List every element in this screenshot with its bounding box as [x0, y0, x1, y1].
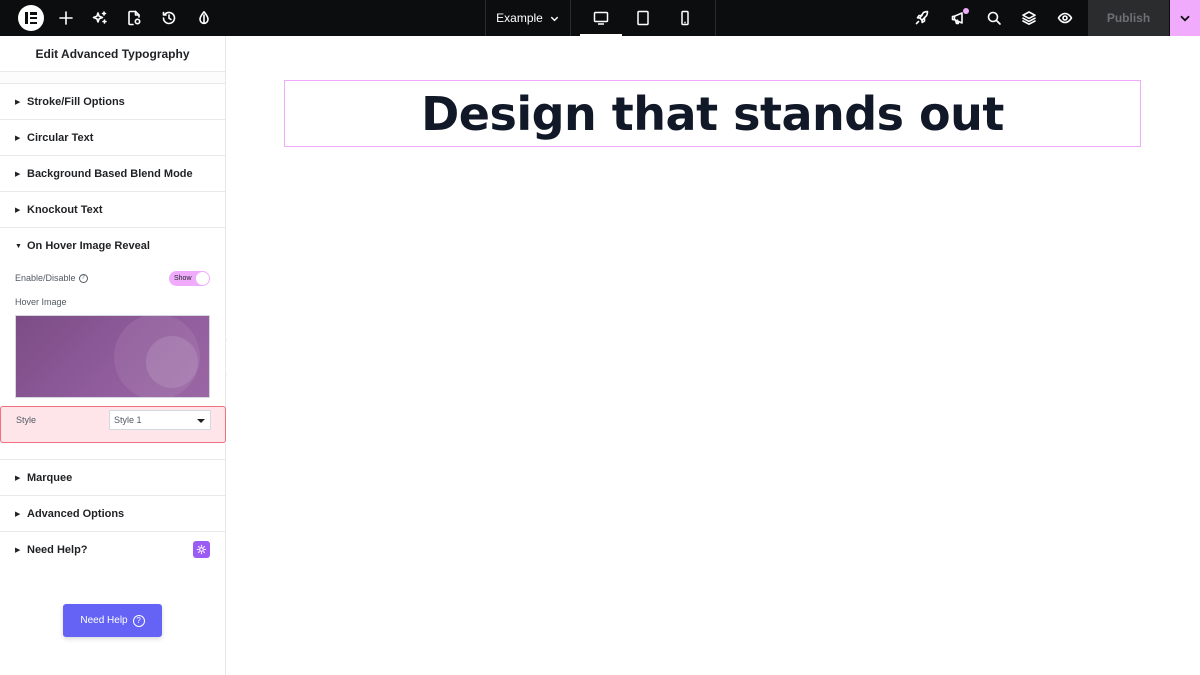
section-background-blend-mode[interactable]: ▶ Background Based Blend Mode	[0, 156, 225, 192]
search-icon[interactable]	[984, 8, 1004, 28]
section-label: Marquee	[27, 471, 73, 484]
need-help-button[interactable]: Need Help ?	[63, 604, 162, 637]
desktop-icon	[593, 11, 609, 25]
heading-text: Design that stands out	[421, 86, 1004, 141]
section-label: Circular Text	[27, 131, 94, 144]
publish-options-button[interactable]	[1170, 0, 1200, 36]
divider	[570, 0, 571, 36]
mobile-view-button[interactable]	[664, 0, 706, 36]
enable-disable-row: Enable/Disable ? Show	[0, 266, 225, 290]
caret-right-icon: ▶	[15, 510, 21, 518]
style-row: Style Style 1	[0, 406, 226, 443]
ai-assistant-icon[interactable]	[193, 541, 210, 558]
elementor-logo-icon[interactable]	[18, 5, 44, 31]
caret-right-icon: ▶	[15, 134, 21, 142]
page-selector[interactable]: Example	[486, 0, 570, 36]
chevron-down-icon	[550, 16, 559, 21]
caret-right-icon: ▶	[15, 206, 21, 214]
caret-down-icon: ▼	[15, 242, 22, 250]
top-bar: Example Publish	[0, 0, 1200, 36]
chevron-down-icon	[1180, 15, 1190, 22]
tablet-view-button[interactable]	[622, 0, 664, 36]
style-label: Style	[16, 415, 37, 425]
rocket-icon[interactable]	[912, 8, 932, 28]
panel-spacer	[0, 72, 225, 84]
page-settings-icon[interactable]	[124, 8, 144, 28]
enable-toggle[interactable]: Show	[169, 271, 210, 286]
hover-image-label: Hover Image	[15, 297, 67, 307]
preview-canvas: Design that stands out	[227, 36, 1200, 675]
section-circular-text[interactable]: ▶ Circular Text	[0, 120, 225, 156]
section-knockout-text[interactable]: ▶ Knockout Text	[0, 192, 225, 228]
eye-icon[interactable]	[1055, 8, 1075, 28]
notification-dot	[963, 8, 969, 14]
tablet-icon	[637, 10, 649, 26]
section-label: Need Help?	[27, 544, 88, 556]
site-settings-icon[interactable]	[194, 8, 214, 28]
heading-widget[interactable]: Design that stands out	[284, 80, 1141, 147]
hover-image-row: Hover Image	[0, 290, 225, 314]
desktop-view-button[interactable]	[580, 0, 622, 36]
help-icon[interactable]: ?	[78, 273, 88, 283]
section-marquee[interactable]: ▶ Marquee	[0, 460, 226, 496]
section-need-help[interactable]: ▶ Need Help?	[0, 532, 226, 568]
plus-icon[interactable]	[56, 8, 76, 28]
publish-button[interactable]: Publish	[1088, 0, 1169, 36]
history-icon[interactable]	[159, 8, 179, 28]
style-select-value: Style 1	[114, 415, 142, 425]
section-label: Advanced Options	[27, 507, 125, 520]
toggle-text: Show	[174, 275, 192, 282]
caret-right-icon: ▶	[15, 98, 21, 106]
editor-panel: Edit Advanced Typography ▶ Stroke/Fill O…	[0, 36, 226, 675]
page-name: Example	[496, 11, 543, 25]
layers-icon[interactable]	[1019, 8, 1039, 28]
section-label: Stroke/Fill Options	[27, 95, 125, 108]
enable-disable-label: Enable/Disable	[15, 273, 76, 283]
section-label: Background Based Blend Mode	[27, 167, 193, 180]
caret-right-icon: ▶	[15, 170, 21, 178]
hover-image-preview[interactable]	[15, 315, 210, 398]
panel-title: Edit Advanced Typography	[0, 36, 225, 72]
section-stroke-fill-options[interactable]: ▶ Stroke/Fill Options	[0, 84, 225, 120]
divider	[715, 0, 716, 36]
section-label: Knockout Text	[27, 203, 103, 216]
style-select[interactable]: Style 1	[109, 410, 211, 430]
section-advanced-options[interactable]: ▶ Advanced Options	[0, 496, 226, 532]
caret-down-icon	[197, 419, 205, 423]
caret-right-icon: ▶	[15, 547, 21, 554]
caret-right-icon: ▶	[15, 474, 21, 482]
sparkle-icon[interactable]	[90, 8, 110, 28]
image-decoration	[146, 336, 198, 388]
question-icon: ?	[132, 614, 145, 627]
need-help-label: Need Help	[80, 615, 128, 626]
section-label: On Hover Image Reveal	[27, 240, 150, 252]
mobile-icon	[681, 10, 689, 26]
toggle-knob	[196, 272, 209, 285]
section-on-hover-image-reveal[interactable]: ▼ On Hover Image Reveal	[0, 228, 225, 264]
